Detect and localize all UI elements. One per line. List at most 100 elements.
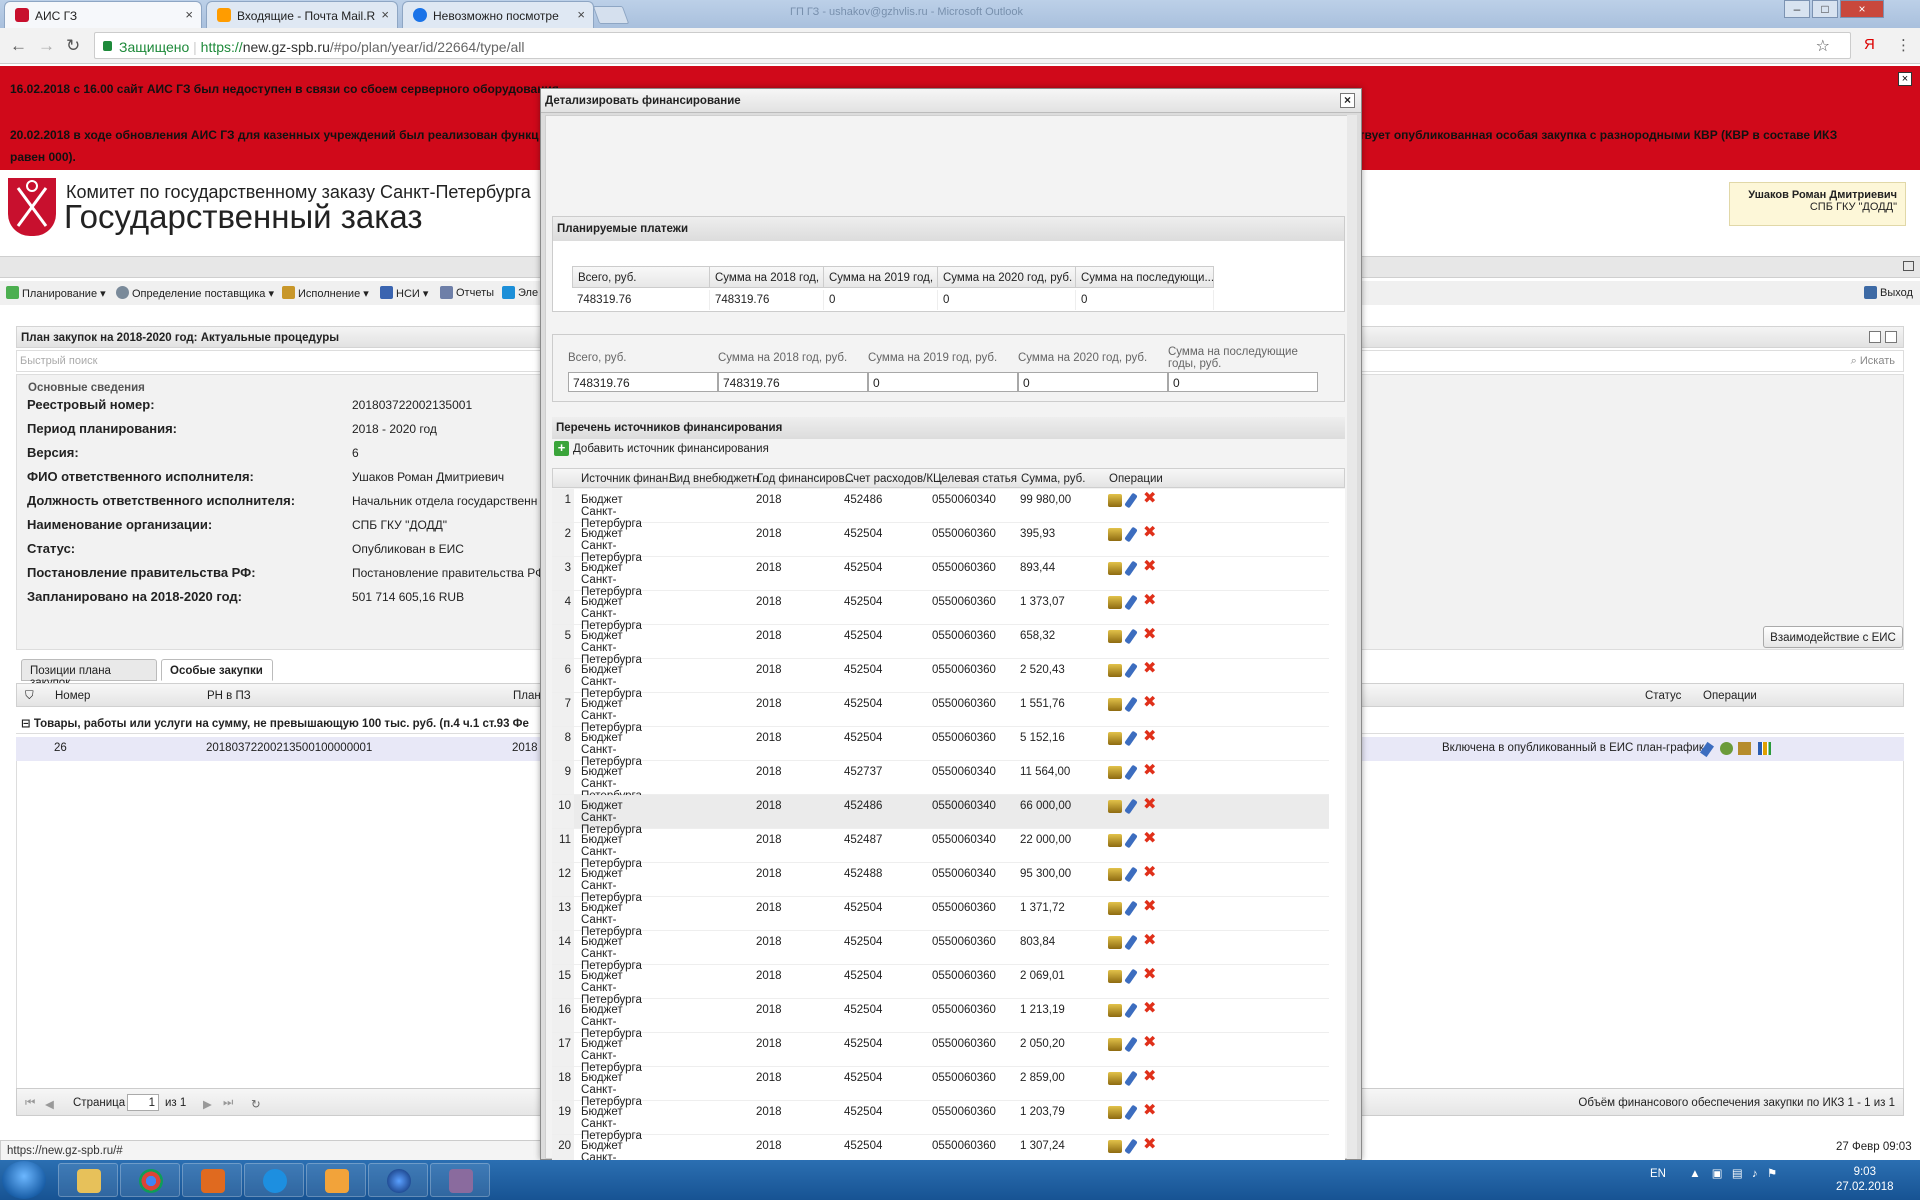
- folder-icon: [77, 1169, 101, 1193]
- yandex-icon[interactable]: Я: [1864, 36, 1875, 53]
- forward-icon[interactable]: →: [38, 36, 55, 56]
- ie-icon: [263, 1169, 287, 1193]
- chart-icon[interactable]: [1758, 742, 1771, 755]
- row-number: 26: [54, 742, 67, 754]
- tab-plan-positions[interactable]: Позиции плана закупок: [21, 659, 157, 689]
- search-button[interactable]: ⌕ Искать: [1851, 355, 1895, 368]
- document-icon[interactable]: [1738, 742, 1751, 755]
- tab-label: Входящие - Почта Mail.R: [237, 9, 376, 23]
- exit-icon: [1864, 286, 1877, 299]
- col-operations[interactable]: Операции: [1703, 690, 1757, 702]
- field-label: Должность ответственного исполнителя:: [27, 493, 296, 508]
- taskbar-media[interactable]: [182, 1163, 242, 1197]
- field-label: Наименование организации:: [27, 517, 213, 532]
- notice-line-1: 16.02.2018 с 16.00 сайт АИС ГЗ был недос…: [10, 82, 559, 96]
- window-close-button[interactable]: ×: [1840, 0, 1884, 18]
- col-status[interactable]: Статус: [1645, 690, 1681, 702]
- url-scheme: https://: [200, 39, 243, 55]
- book-icon: [380, 286, 393, 299]
- clock[interactable]: 9:03 27.02.2018: [1836, 1165, 1894, 1195]
- taskbar-chrome[interactable]: [120, 1163, 180, 1197]
- refresh-icon[interactable]: ↻: [251, 1097, 261, 1111]
- star-icon[interactable]: ☆: [1816, 36, 1830, 56]
- close-icon[interactable]: ×: [381, 7, 389, 22]
- page-input[interactable]: 1: [127, 1094, 159, 1111]
- menu-label: Планирование: [22, 288, 98, 300]
- menu-icon[interactable]: ⋮: [1896, 36, 1911, 54]
- media-icon: [201, 1169, 225, 1193]
- field-label: Реестровый номер:: [27, 397, 155, 412]
- taskbar-ie[interactable]: [244, 1163, 304, 1197]
- taskbar-explorer[interactable]: [58, 1163, 118, 1197]
- language-indicator[interactable]: EN: [1650, 1168, 1666, 1180]
- dialog-close-button[interactable]: ×: [1340, 93, 1355, 108]
- quick-search-placeholder: Быстрый поиск: [20, 355, 98, 367]
- notice-line-2-end: отсутствует опубликованная особая закупк…: [1320, 128, 1838, 142]
- menu-planning[interactable]: Планирование ▾: [6, 286, 106, 300]
- report-icon: [440, 286, 453, 299]
- taskbar-outlook[interactable]: [306, 1163, 366, 1197]
- filter-icon[interactable]: ⛉: [25, 690, 34, 703]
- back-icon[interactable]: ←: [10, 36, 27, 56]
- dialog-scrollbar[interactable]: [1347, 115, 1357, 1159]
- field-label: Запланировано на 2018-2020 год:: [27, 589, 242, 604]
- start-button[interactable]: [2, 1161, 46, 1199]
- taskbar-app[interactable]: [368, 1163, 428, 1197]
- taskbar-app2[interactable]: [430, 1163, 490, 1197]
- flag-icon[interactable]: ⚑: [1767, 1168, 1777, 1180]
- field-value: Ушаков Роман Дмитриевич: [352, 470, 505, 484]
- section-title: Основные сведения: [28, 382, 145, 394]
- field-value: Постановление правительства РФ: [352, 566, 545, 580]
- tab-special-purchases[interactable]: Особые закупки: [161, 659, 273, 681]
- menu-supplier[interactable]: Определение поставщика ▾: [116, 286, 274, 300]
- window-title: ГП ГЗ - ushakov@gzhvlis.ru - Microsoft O…: [790, 6, 1024, 18]
- close-icon[interactable]: ×: [185, 7, 193, 22]
- field-label: Статус:: [27, 541, 76, 556]
- gear-icon: [116, 286, 129, 299]
- menu-electronic[interactable]: Эле: [502, 286, 538, 299]
- url-field[interactable]: Защищено | https://new.gz-spb.ru/#po/pla…: [94, 32, 1851, 59]
- system-tray: EN ▲ ▣ ▤ ♪ ⚑: [1650, 1166, 1777, 1180]
- refresh-panel-icon[interactable]: [1885, 331, 1897, 343]
- mail-icon: [217, 8, 231, 22]
- new-tab-button[interactable]: [592, 6, 630, 24]
- web-icon: [413, 8, 427, 22]
- url-host: new.gz-spb.ru: [242, 39, 330, 55]
- user-name: Ушаков Роман Дмитриевич: [1748, 189, 1897, 201]
- menu-label: Отчеты: [456, 287, 495, 299]
- banner-close-button[interactable]: ×: [1898, 72, 1912, 86]
- eis-interaction-button[interactable]: Взаимодействие с ЕИС: [1763, 626, 1903, 648]
- row-rn: 20180372200213500100000001: [206, 742, 373, 754]
- network-icon[interactable]: ▣: [1712, 1168, 1723, 1180]
- minimize-button[interactable]: –: [1784, 0, 1810, 18]
- col-rn[interactable]: РН в ПЗ: [207, 690, 251, 702]
- tab-ais-gz[interactable]: АИС ГЗ ×: [4, 1, 202, 28]
- first-page-icon[interactable]: ⏮: [25, 1097, 35, 1110]
- settings-icon[interactable]: [1720, 742, 1733, 755]
- tray-arrow-icon[interactable]: ▲: [1689, 1168, 1700, 1180]
- power-icon[interactable]: ▤: [1732, 1168, 1743, 1180]
- close-icon[interactable]: ×: [577, 7, 585, 22]
- clock-date: 27.02.2018: [1836, 1181, 1894, 1193]
- next-page-icon[interactable]: ▶: [203, 1097, 212, 1111]
- maximize-button[interactable]: □: [1812, 0, 1838, 18]
- col-plan[interactable]: План: [513, 690, 541, 702]
- col-number[interactable]: Номер: [55, 690, 90, 702]
- menu-execution[interactable]: Исполнение ▾: [282, 286, 369, 300]
- prev-page-icon[interactable]: ◀: [45, 1097, 54, 1111]
- last-page-icon[interactable]: ⏭: [223, 1097, 233, 1110]
- execution-icon: [282, 286, 295, 299]
- collapse-icon[interactable]: [1903, 261, 1914, 271]
- tab-web[interactable]: Невозможно посмотре ×: [402, 1, 594, 28]
- minimize-panel-icon[interactable]: [1869, 331, 1881, 343]
- reload-icon[interactable]: ↻: [66, 36, 80, 56]
- menu-nsi[interactable]: НСИ ▾: [380, 286, 428, 300]
- exit-button[interactable]: Выход: [1864, 286, 1913, 299]
- tab-label: Невозможно посмотре: [433, 9, 559, 23]
- menu-reports[interactable]: Отчеты: [440, 286, 495, 299]
- menu-label: Исполнение: [298, 288, 361, 300]
- volume-icon[interactable]: ♪: [1752, 1168, 1758, 1180]
- tab-label: АИС ГЗ: [35, 9, 78, 23]
- menu-label: Определение поставщика: [132, 288, 266, 300]
- tab-mail[interactable]: Входящие - Почта Mail.R ×: [206, 1, 398, 28]
